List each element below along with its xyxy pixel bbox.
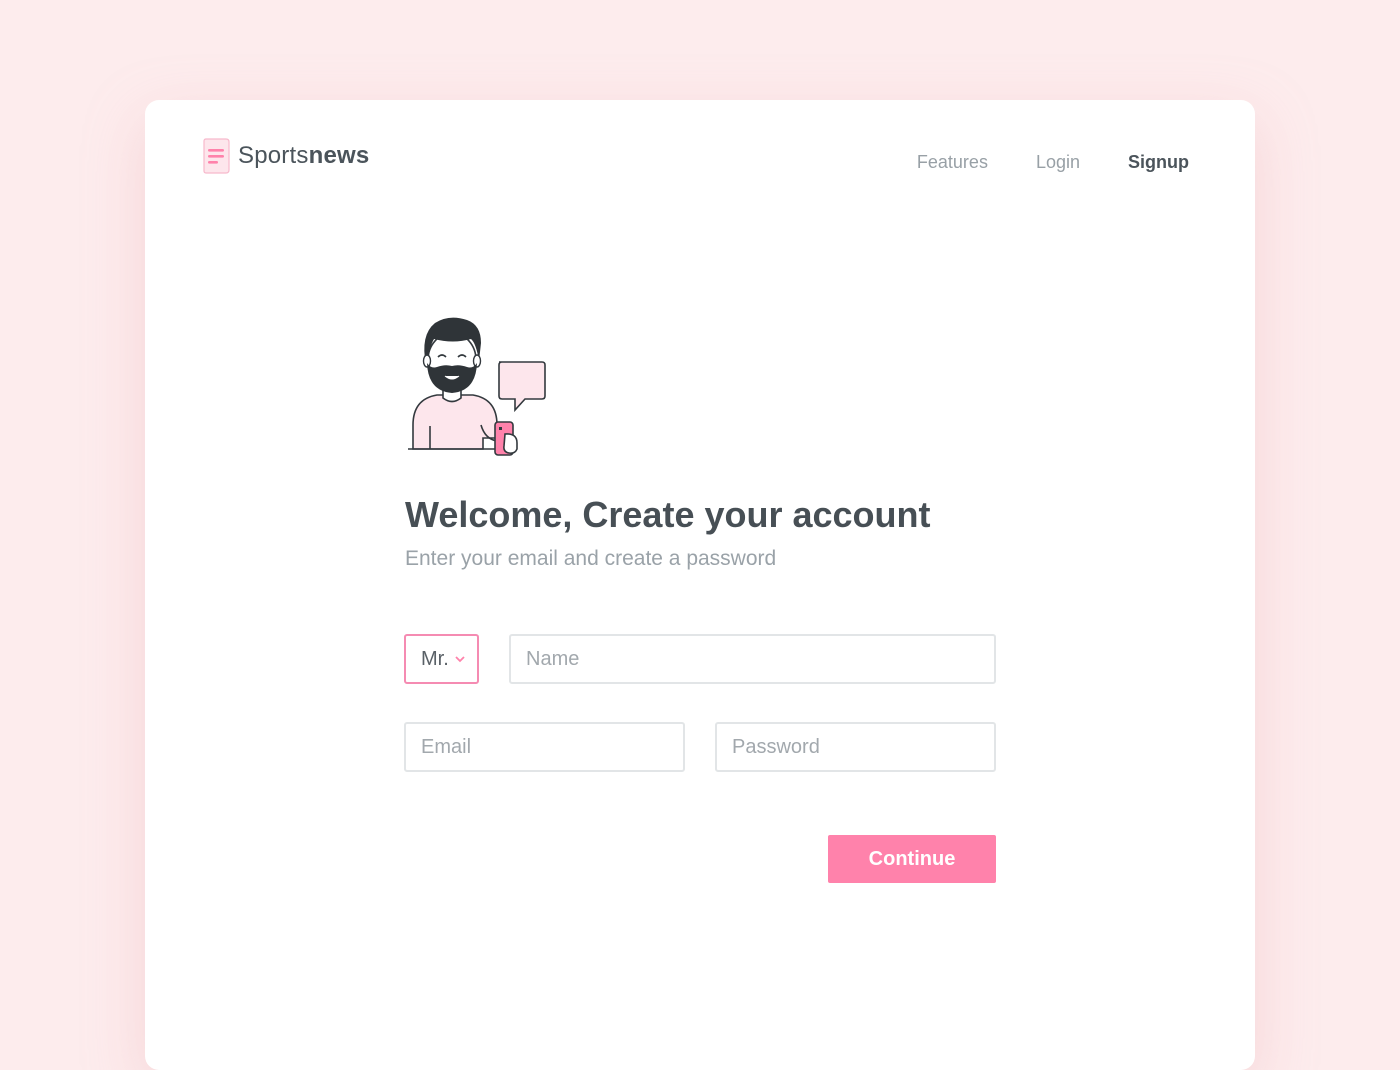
password-input[interactable]	[715, 722, 996, 772]
email-input[interactable]	[404, 722, 685, 772]
page-title: Welcome, Create your account	[405, 494, 931, 535]
brand-name-light: Sports	[238, 142, 309, 169]
chevron-down-icon	[455, 656, 465, 663]
document-lines-icon	[203, 138, 230, 174]
name-input[interactable]	[509, 634, 996, 684]
title-select-value: Mr.	[421, 647, 449, 670]
nav-signup-link[interactable]: Signup	[1128, 152, 1189, 173]
brand-name-bold: news	[308, 142, 370, 169]
title-select[interactable]: Mr.	[404, 634, 479, 684]
page-subtitle: Enter your email and create a password	[405, 547, 777, 570]
signup-card: Sportsnews Features Login Signup Welcome…	[145, 100, 1255, 1070]
top-nav: Features Login Signup	[917, 152, 1189, 173]
nav-login-link[interactable]: Login	[1036, 152, 1080, 173]
nav-features-link[interactable]: Features	[917, 152, 988, 173]
continue-button[interactable]: Continue	[828, 835, 996, 883]
man-with-phone-illustration	[408, 317, 546, 456]
brand-logo[interactable]: Sportsnews	[202, 138, 369, 174]
brand-name: Sportsnews	[238, 142, 369, 170]
